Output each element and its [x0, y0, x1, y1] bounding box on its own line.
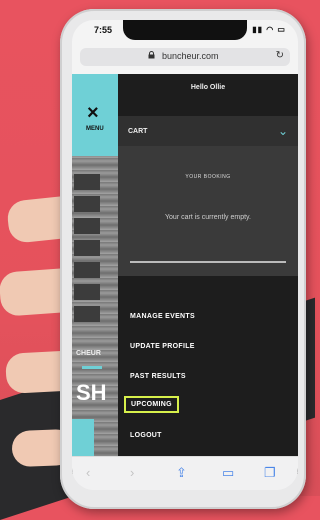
url-text: buncheur.com	[162, 51, 219, 61]
website-content: × MENU CHEUR SH Hello Ollie CART ⌄ YOUR …	[72, 74, 298, 474]
menu-item-upcoming[interactable]: UPCOMING	[124, 396, 179, 413]
back-icon[interactable]: ‹	[86, 465, 90, 480]
lock-icon	[148, 51, 155, 61]
reload-icon[interactable]: ↻	[276, 50, 284, 61]
chevron-down-icon: ⌄	[277, 124, 288, 138]
cart-content: YOUR BOOKING Your cart is currently empt…	[118, 146, 298, 276]
menu-close-button[interactable]: × MENU	[72, 74, 118, 156]
share-icon[interactable]: ⇪	[176, 465, 187, 481]
menu-item-past-results[interactable]: PAST RESULTS	[130, 373, 186, 380]
status-time: 7:55	[94, 25, 113, 35]
status-bar: 7:55 ▮▮ ◠ ▭	[72, 20, 298, 42]
menu-item-logout[interactable]: LOGOUT	[130, 432, 162, 439]
status-icons: ▮▮ ◠ ▭	[252, 25, 286, 34]
bookmarks-icon[interactable]: ▭	[222, 465, 234, 481]
menu-item-update-profile[interactable]: UPDATE PROFILE	[130, 343, 195, 350]
background-text-sh: SH	[76, 380, 107, 405]
menu-panel: Hello Ollie CART ⌄ YOUR BOOKING Your car…	[118, 74, 298, 474]
cart-divider	[130, 261, 286, 263]
close-icon: ×	[87, 102, 99, 124]
forward-icon[interactable]: ›	[130, 465, 134, 480]
menu-label: MENU	[86, 126, 104, 132]
phone-screen: 7:55 ▮▮ ◠ ▭ buncheur.com ↻ × MENU CHEUR …	[72, 20, 298, 490]
left-background-column: × MENU CHEUR SH	[72, 74, 118, 474]
address-bar[interactable]: buncheur.com ↻	[80, 48, 290, 66]
tabs-icon[interactable]: ❐	[264, 465, 276, 481]
browser-toolbar: ‹ › ⇪ ▭ ❐	[72, 456, 298, 490]
cart-label: CART	[128, 128, 148, 135]
accent-block	[72, 419, 94, 459]
menu-item-manage-events[interactable]: MANAGE EVENTS	[130, 313, 195, 320]
greeting: Hello Ollie	[190, 84, 226, 91]
accent-line	[82, 366, 102, 369]
background-text-cheur: CHEUR	[76, 350, 101, 357]
cart-toggle[interactable]: CART ⌄	[118, 116, 298, 146]
booking-label: YOUR BOOKING	[185, 174, 231, 180]
cart-empty-text: Your cart is currently empty.	[165, 214, 251, 221]
